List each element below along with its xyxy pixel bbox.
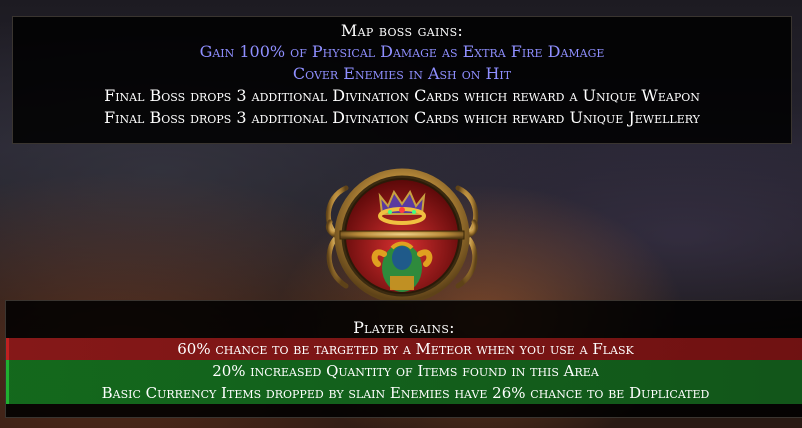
player-gains-header: Player gains: bbox=[353, 318, 455, 337]
map-boss-header: Map boss gains: bbox=[340, 21, 464, 40]
player-mod-text: Basic Currency Items dropped by slain En… bbox=[101, 384, 710, 402]
boss-mod-line: Final Boss drops 3 additional Divination… bbox=[104, 86, 700, 105]
player-mod-negative: 60% chance to be targeted by a Meteor wh… bbox=[6, 338, 802, 360]
altar-emblem[interactable] bbox=[318, 168, 486, 304]
player-mod-positive: Basic Currency Items dropped by slain En… bbox=[6, 382, 802, 404]
boss-mod-line: Cover Enemies in Ash on Hit bbox=[292, 64, 512, 83]
map-boss-panel: Map boss gains: Gain 100% of Physical Da… bbox=[12, 16, 792, 144]
player-mod-text: 60% chance to be targeted by a Meteor wh… bbox=[177, 340, 634, 358]
boss-mod-line: Gain 100% of Physical Damage as Extra Fi… bbox=[199, 42, 605, 61]
player-mod-positive: 20% increased Quantity of Items found in… bbox=[6, 360, 802, 382]
player-gains-panel: Player gains: 60% chance to be targeted … bbox=[5, 300, 802, 418]
player-mod-text: 20% increased Quantity of Items found in… bbox=[212, 362, 599, 380]
boss-mod-line: Final Boss drops 3 additional Divination… bbox=[104, 108, 700, 127]
